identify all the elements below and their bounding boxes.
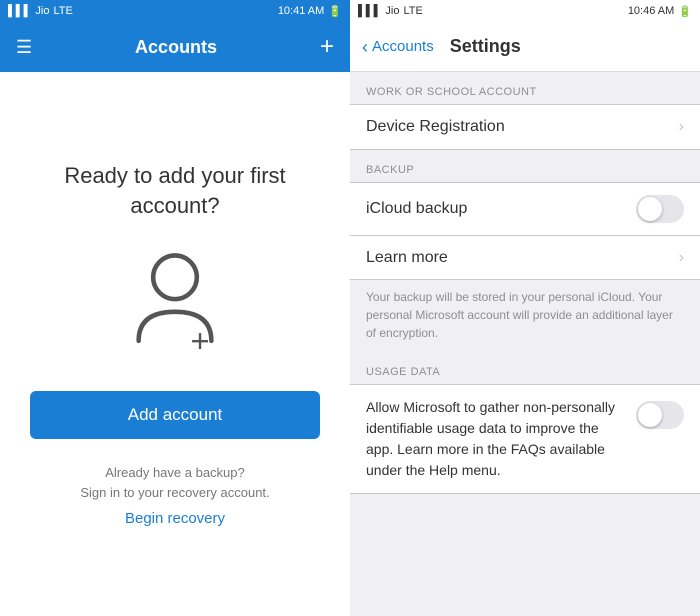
backup-info-text: Your backup will be stored in your perso… [350, 280, 700, 352]
learn-more-item[interactable]: Learn more › [350, 235, 700, 279]
add-account-button[interactable]: Add account [30, 391, 320, 439]
left-status-carrier: ▌▌▌ Jio LTE [8, 5, 73, 17]
right-content: Work or School Account Device Registrati… [350, 72, 700, 616]
right-battery-icon: 🔋 [678, 5, 692, 18]
icloud-backup-label: iCloud backup [366, 200, 467, 218]
left-navbar: ☰ Accounts + [0, 22, 350, 72]
icloud-backup-toggle[interactable] [636, 195, 684, 223]
right-navbar-title: Settings [450, 36, 521, 57]
right-navbar: ‹ Accounts Settings [350, 22, 700, 72]
usage-data-text: Allow Microsoft to gather non-personally… [366, 397, 624, 481]
backup-list: iCloud backup Learn more › [350, 182, 700, 280]
left-panel: ▌▌▌ Jio LTE 10:41 AM 🔋 ☰ Accounts + Read… [0, 0, 350, 616]
battery-icon: 🔋 [328, 5, 342, 18]
left-status-bar: ▌▌▌ Jio LTE 10:41 AM 🔋 [0, 0, 350, 22]
left-carrier: Jio [35, 5, 49, 17]
device-registration-label: Device Registration [366, 118, 505, 136]
user-icon-container: + [130, 250, 220, 355]
usage-data-section: Allow Microsoft to gather non-personally… [350, 384, 700, 494]
left-network: LTE [53, 5, 72, 17]
right-carrier: Jio [385, 5, 399, 17]
signal-icon: ▌▌▌ [8, 5, 31, 17]
left-status-time: 10:41 AM 🔋 [278, 5, 342, 18]
left-time: 10:41 AM [278, 5, 324, 17]
device-registration-chevron: › [679, 118, 684, 136]
work-school-list: Device Registration › [350, 104, 700, 150]
device-registration-item[interactable]: Device Registration › [350, 105, 700, 149]
welcome-heading: Ready to add your first account? [20, 161, 330, 220]
add-account-nav-icon[interactable]: + [320, 35, 334, 59]
learn-more-chevron: › [679, 249, 684, 267]
usage-section-header: Usage Data [350, 352, 700, 384]
icloud-backup-item[interactable]: iCloud backup [350, 183, 700, 235]
right-network: LTE [403, 5, 422, 17]
learn-more-label: Learn more [366, 249, 448, 267]
right-time: 10:46 AM [628, 5, 674, 17]
right-panel: ▌▌▌ Jio LTE 10:46 AM 🔋 ‹ Accounts Settin… [350, 0, 700, 616]
back-label: Accounts [372, 38, 434, 55]
back-button[interactable]: ‹ Accounts [362, 38, 434, 56]
usage-data-item: Allow Microsoft to gather non-personally… [350, 385, 700, 493]
work-school-section-header: Work or School Account [350, 72, 700, 104]
svg-text:+: + [190, 322, 209, 350]
right-signal-icon: ▌▌▌ [358, 5, 381, 17]
recovery-line1: Already have a backup? Sign in to your r… [80, 463, 269, 502]
left-navbar-title: Accounts [32, 37, 320, 58]
right-status-time: 10:46 AM 🔋 [628, 5, 692, 18]
right-status-carrier: ▌▌▌ Jio LTE [358, 5, 423, 17]
begin-recovery-link[interactable]: Begin recovery [125, 510, 225, 527]
right-status-bar: ▌▌▌ Jio LTE 10:46 AM 🔋 [350, 0, 700, 22]
hamburger-icon[interactable]: ☰ [16, 37, 32, 58]
usage-data-toggle[interactable] [636, 401, 684, 429]
user-avatar-icon: + [130, 250, 220, 350]
left-content: Ready to add your first account? + Add a… [0, 72, 350, 616]
chevron-left-icon: ‹ [362, 38, 368, 56]
backup-section-header: Backup [350, 150, 700, 182]
